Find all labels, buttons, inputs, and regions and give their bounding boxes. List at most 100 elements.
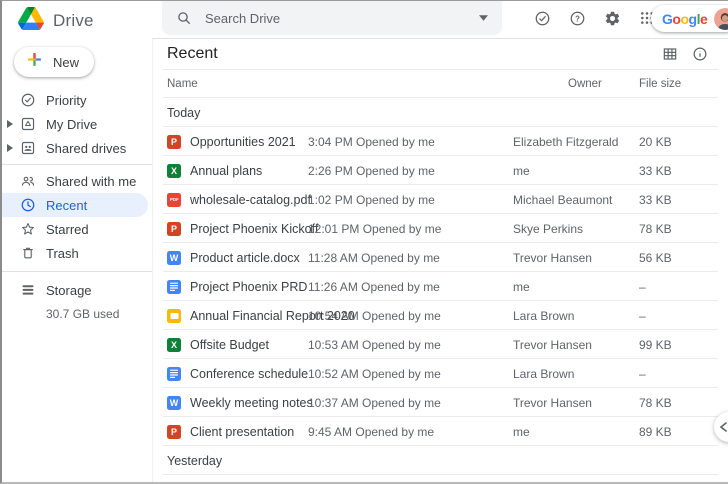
gdoc-file-icon: [167, 280, 181, 294]
file-owner: Trevor Hansen: [513, 243, 592, 272]
drive-logo[interactable]: Drive: [18, 7, 94, 35]
sidebar-item-my-drive[interactable]: My Drive: [2, 112, 152, 136]
excel-file-icon: X: [167, 164, 181, 178]
column-owner[interactable]: Owner: [568, 78, 602, 90]
storage-usage: 30.7 GB used: [2, 307, 152, 321]
sidebar-item-recent[interactable]: Recent: [2, 193, 148, 217]
sidebar: New Priority My Drive Shared drives Shared …: [2, 38, 152, 482]
file-size: –: [639, 272, 646, 301]
file-owner: Lara Brown: [513, 301, 574, 330]
sidebar-item-label: Shared with me: [46, 174, 136, 189]
file-size: –: [639, 359, 646, 388]
pdf-file-icon: PDF: [167, 193, 181, 207]
new-button[interactable]: New: [14, 47, 94, 77]
file-row[interactable]: P Client presentation 9:45 AM Opened by me…: [153, 417, 728, 446]
word-file-icon: W: [167, 396, 181, 410]
section-label: Today: [167, 106, 200, 120]
drive-logo-icon: [18, 7, 44, 35]
list-column-header: Name Owner File size: [153, 70, 728, 98]
column-name[interactable]: Name: [167, 78, 198, 90]
file-opened-time: 10:54 AM Opened by me: [308, 301, 441, 330]
settings-gear-icon[interactable]: [600, 6, 624, 30]
file-opened-time: 12:01 PM Opened by me: [308, 214, 441, 243]
gdoc-file-icon: [167, 367, 181, 381]
file-opened-time: 10:52 AM Opened by me: [308, 359, 441, 388]
file-size: 20 KB: [639, 127, 672, 156]
section-header: Today: [153, 98, 728, 127]
expand-caret-icon[interactable]: [7, 144, 13, 152]
file-name: Client presentation: [190, 425, 294, 439]
search-input[interactable]: Search Drive: [205, 11, 479, 26]
file-name-cell: W Product article.docx: [167, 243, 300, 272]
sidebar-item-label: Priority: [46, 93, 86, 108]
google-logo: Google: [662, 11, 707, 27]
sidebar-item-shared-drives[interactable]: Shared drives: [2, 136, 152, 160]
section-header: Yesterday: [153, 446, 728, 475]
file-row[interactable]: XOffsite Budget10:53 AM Opened by meTrev…: [153, 330, 728, 359]
sidebar-item-label: Starred: [46, 222, 89, 237]
search-options-caret-icon[interactable]: [479, 15, 488, 21]
file-size: 99 KB: [639, 330, 672, 359]
file-row[interactable]: WWeekly meeting notes10:37 AM Opened by …: [153, 388, 728, 417]
file-name: Project Phoenix Kickoff: [190, 222, 318, 236]
file-row[interactable]: Project Phoenix PRD11:26 AM Opened by me…: [153, 272, 728, 301]
recent-icon: [20, 197, 36, 213]
powerpoint-file-icon: P: [167, 425, 181, 439]
file-row[interactable]: Annual Financial Report 202010:54 AM Ope…: [153, 301, 728, 330]
content-toolbar: Recent: [153, 39, 728, 70]
file-row[interactable]: PDFwholesale-catalog.pdf1:02 PM Opened b…: [153, 185, 728, 214]
sidebar-item-label: Shared drives: [46, 141, 126, 156]
sidebar-item-shared-with-me[interactable]: Shared with me: [2, 169, 152, 193]
google-drive-window: Drive Search Drive ?: [0, 0, 728, 484]
file-name: Offsite Budget: [190, 338, 269, 352]
expand-caret-icon[interactable]: [7, 120, 13, 128]
sidebar-item-label: Storage: [46, 283, 92, 298]
file-size: 89 KB: [639, 417, 672, 446]
file-name-cell: P Client presentation: [167, 417, 294, 446]
sidebar-item-label: Recent: [46, 198, 87, 213]
file-opened-time: 2:26 PM Opened by me: [308, 156, 435, 185]
shared-drives-icon: [20, 140, 36, 156]
file-opened-time: 11:26 AM Opened by me: [308, 272, 440, 301]
grid-view-icon[interactable]: [662, 46, 678, 67]
sidebar-item-label: My Drive: [46, 117, 97, 132]
new-button-label: New: [53, 55, 79, 70]
file-opened-time: 9:45 AM Opened by me: [308, 417, 434, 446]
column-file-size[interactable]: File size: [639, 78, 681, 90]
gslides-file-icon: [167, 309, 181, 323]
google-account-pill[interactable]: Google: [651, 5, 728, 32]
sidebar-item-storage[interactable]: Storage: [2, 278, 152, 302]
file-row[interactable]: Conference schedule10:52 AM Opened by me…: [153, 359, 728, 388]
file-name: Conference schedule: [190, 367, 308, 381]
file-row[interactable]: POpportunities 20213:04 PM Opened by meE…: [153, 127, 728, 156]
page-title: Recent: [167, 45, 218, 63]
file-name-cell: PDFwholesale-catalog.pdf: [167, 185, 311, 214]
sidebar-item-priority[interactable]: Priority: [2, 88, 152, 112]
file-row[interactable]: XAnnual plans2:26 PM Opened by meme33 KB: [153, 156, 728, 185]
powerpoint-file-icon: P: [167, 135, 181, 149]
sidebar-item-starred[interactable]: Starred: [2, 217, 152, 241]
sidebar-item-trash[interactable]: Trash: [2, 241, 152, 265]
file-size: 78 KB: [639, 214, 672, 243]
help-icon[interactable]: ?: [565, 6, 589, 30]
info-icon[interactable]: [692, 46, 708, 67]
storage-icon: [20, 282, 36, 298]
user-avatar[interactable]: [714, 8, 728, 30]
search-bar[interactable]: Search Drive: [162, 1, 502, 35]
chevron-left-icon: [719, 422, 727, 432]
file-name: Opportunities 2021: [190, 135, 296, 149]
sidebar-nav: Priority My Drive Shared drives Shared with…: [2, 88, 152, 321]
file-owner: Lara Brown: [513, 359, 574, 388]
file-name: Project Phoenix PRD: [190, 280, 307, 294]
file-name: Product article.docx: [190, 251, 300, 265]
offline-status-icon[interactable]: [530, 6, 554, 30]
file-opened-time: 11:28 AM Opened by me: [308, 243, 440, 272]
powerpoint-file-icon: P: [167, 222, 181, 236]
file-row[interactable]: P Project Phoenix Kickoff12:01 PM Opened …: [153, 214, 728, 243]
file-owner: me: [513, 417, 530, 446]
shared-with-me-icon: [20, 173, 36, 189]
file-row[interactable]: W Product article.docx 11:28 AM Opened by …: [153, 243, 728, 272]
file-name-cell: Project Phoenix PRD: [167, 272, 307, 301]
word-file-icon: W: [167, 251, 181, 265]
file-opened-time: 10:53 AM Opened by me: [308, 330, 441, 359]
